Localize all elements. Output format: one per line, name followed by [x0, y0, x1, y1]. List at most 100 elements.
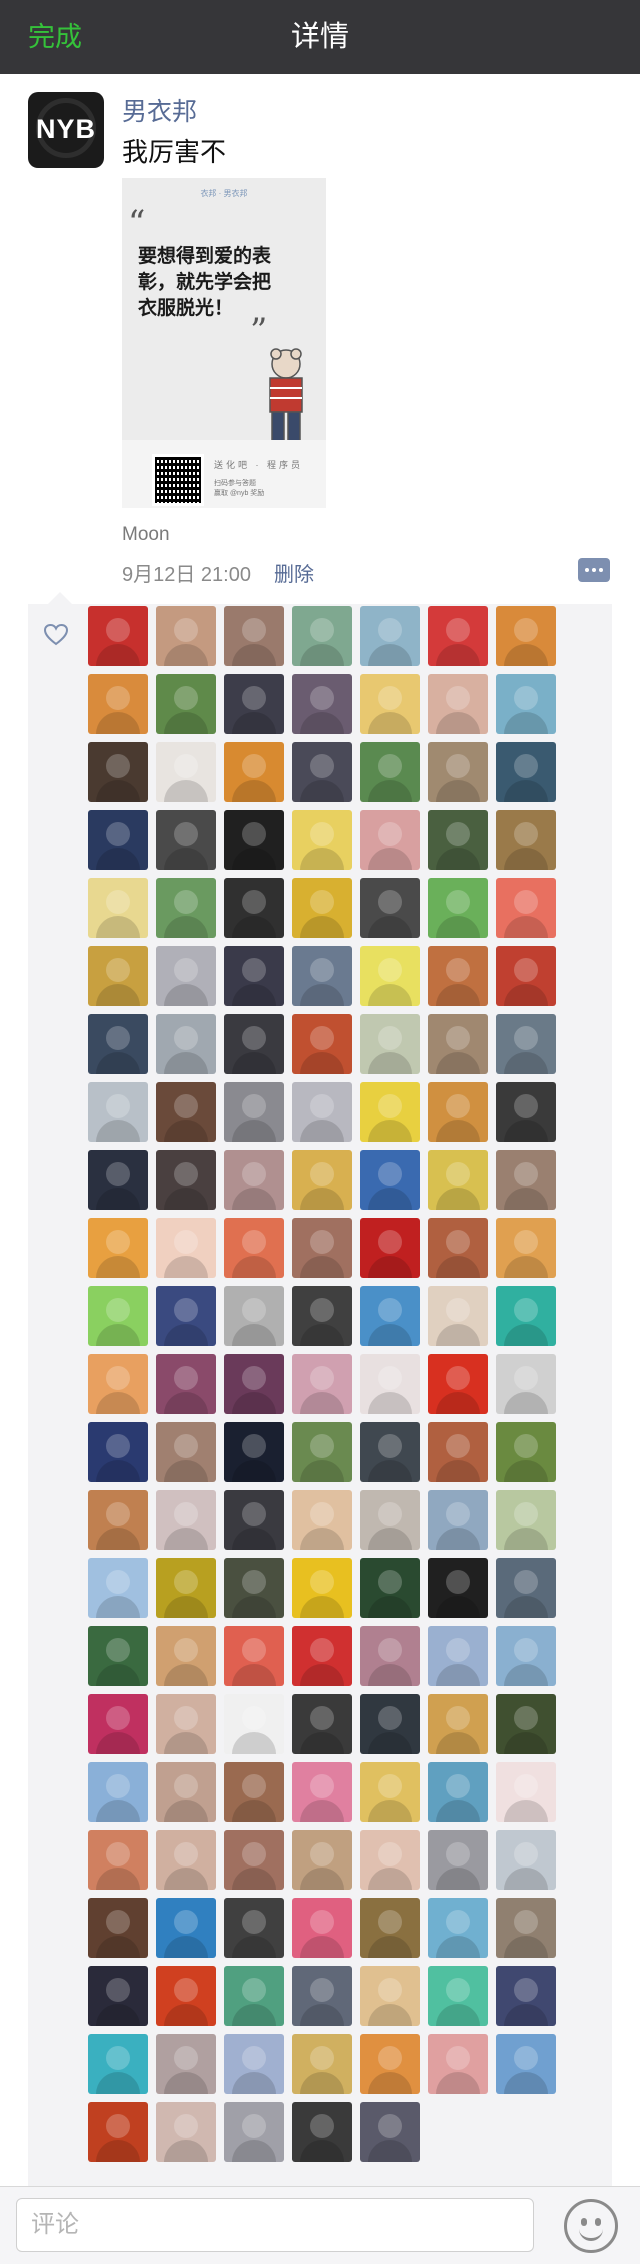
liker-avatar[interactable] — [496, 1966, 556, 2026]
liker-avatar[interactable] — [292, 1762, 352, 1822]
liker-avatar[interactable] — [88, 1898, 148, 1958]
liker-avatar[interactable] — [428, 1966, 488, 2026]
liker-avatar[interactable] — [428, 946, 488, 1006]
liker-avatar[interactable] — [292, 1218, 352, 1278]
comment-menu-icon[interactable] — [578, 558, 610, 582]
liker-avatar[interactable] — [360, 1694, 420, 1754]
liker-avatar[interactable] — [88, 1150, 148, 1210]
liker-avatar[interactable] — [360, 878, 420, 938]
liker-avatar[interactable] — [156, 1014, 216, 1074]
liker-avatar[interactable] — [88, 1218, 148, 1278]
liker-avatar[interactable] — [156, 606, 216, 666]
liker-avatar[interactable] — [88, 1490, 148, 1550]
liker-avatar[interactable] — [156, 2102, 216, 2162]
liker-avatar[interactable] — [292, 878, 352, 938]
liker-avatar[interactable] — [224, 1626, 284, 1686]
delete-button[interactable]: 删除 — [274, 558, 314, 587]
post-location[interactable]: Moon — [122, 524, 170, 546]
liker-avatar[interactable] — [156, 1490, 216, 1550]
liker-avatar[interactable] — [292, 1898, 352, 1958]
liker-avatar[interactable] — [360, 1762, 420, 1822]
liker-avatar[interactable] — [360, 1014, 420, 1074]
liker-avatar[interactable] — [156, 878, 216, 938]
liker-avatar[interactable] — [156, 1218, 216, 1278]
liker-avatar[interactable] — [224, 1422, 284, 1482]
liker-avatar[interactable] — [360, 1966, 420, 2026]
liker-avatar[interactable] — [292, 810, 352, 870]
liker-avatar[interactable] — [88, 2034, 148, 2094]
liker-avatar[interactable] — [496, 1558, 556, 1618]
liker-avatar[interactable] — [428, 1694, 488, 1754]
liker-avatar[interactable] — [224, 606, 284, 666]
liker-avatar[interactable] — [88, 1082, 148, 1142]
liker-avatar[interactable] — [496, 1830, 556, 1890]
liker-avatar[interactable] — [156, 742, 216, 802]
liker-avatar[interactable] — [496, 606, 556, 666]
liker-avatar[interactable] — [224, 1762, 284, 1822]
author-avatar[interactable]: NYB — [28, 92, 104, 168]
liker-avatar[interactable] — [496, 1762, 556, 1822]
liker-avatar[interactable] — [88, 1762, 148, 1822]
liker-avatar[interactable] — [156, 1422, 216, 1482]
liker-avatar[interactable] — [428, 1762, 488, 1822]
liker-avatar[interactable] — [156, 946, 216, 1006]
liker-avatar[interactable] — [496, 878, 556, 938]
liker-avatar[interactable] — [156, 1082, 216, 1142]
liker-avatar[interactable] — [292, 2102, 352, 2162]
liker-avatar[interactable] — [292, 1830, 352, 1890]
liker-avatar[interactable] — [428, 742, 488, 802]
comment-input[interactable] — [16, 2198, 534, 2252]
liker-avatar[interactable] — [360, 1490, 420, 1550]
liker-avatar[interactable] — [428, 1014, 488, 1074]
liker-avatar[interactable] — [224, 1490, 284, 1550]
liker-avatar[interactable] — [360, 1830, 420, 1890]
liker-avatar[interactable] — [428, 1490, 488, 1550]
liker-avatar[interactable] — [496, 1354, 556, 1414]
liker-avatar[interactable] — [156, 2034, 216, 2094]
liker-avatar[interactable] — [88, 1966, 148, 2026]
liker-avatar[interactable] — [292, 1354, 352, 1414]
liker-avatar[interactable] — [496, 742, 556, 802]
liker-avatar[interactable] — [224, 2034, 284, 2094]
liker-avatar[interactable] — [360, 946, 420, 1006]
liker-avatar[interactable] — [156, 1694, 216, 1754]
liker-avatar[interactable] — [292, 1966, 352, 2026]
liker-avatar[interactable] — [224, 1830, 284, 1890]
liker-avatar[interactable] — [88, 1354, 148, 1414]
liker-avatar[interactable] — [428, 1626, 488, 1686]
liker-avatar[interactable] — [224, 1694, 284, 1754]
liker-avatar[interactable] — [496, 1898, 556, 1958]
liker-avatar[interactable] — [292, 1082, 352, 1142]
liker-avatar[interactable] — [88, 742, 148, 802]
liker-avatar[interactable] — [224, 2102, 284, 2162]
liker-avatar[interactable] — [88, 1830, 148, 1890]
liker-avatar[interactable] — [360, 1150, 420, 1210]
liker-avatar[interactable] — [88, 878, 148, 938]
liker-avatar[interactable] — [360, 1082, 420, 1142]
liker-avatar[interactable] — [224, 674, 284, 734]
liker-avatar[interactable] — [224, 1286, 284, 1346]
liker-avatar[interactable] — [496, 1490, 556, 1550]
liker-avatar[interactable] — [496, 810, 556, 870]
liker-avatar[interactable] — [292, 742, 352, 802]
liker-avatar[interactable] — [360, 1286, 420, 1346]
liker-avatar[interactable] — [496, 674, 556, 734]
liker-avatar[interactable] — [156, 1626, 216, 1686]
liker-avatar[interactable] — [428, 2034, 488, 2094]
liker-avatar[interactable] — [88, 1558, 148, 1618]
liker-avatar[interactable] — [224, 1150, 284, 1210]
liker-avatar[interactable] — [156, 674, 216, 734]
liker-avatar[interactable] — [428, 1082, 488, 1142]
liker-avatar[interactable] — [428, 1286, 488, 1346]
liker-avatar[interactable] — [292, 1626, 352, 1686]
liker-avatar[interactable] — [360, 1626, 420, 1686]
liker-avatar[interactable] — [428, 606, 488, 666]
liker-avatar[interactable] — [156, 810, 216, 870]
liker-avatar[interactable] — [224, 742, 284, 802]
liker-avatar[interactable] — [428, 878, 488, 938]
liker-avatar[interactable] — [88, 2102, 148, 2162]
liker-avatar[interactable] — [224, 1898, 284, 1958]
liker-avatar[interactable] — [292, 674, 352, 734]
liker-avatar[interactable] — [496, 1014, 556, 1074]
liker-avatar[interactable] — [360, 1558, 420, 1618]
